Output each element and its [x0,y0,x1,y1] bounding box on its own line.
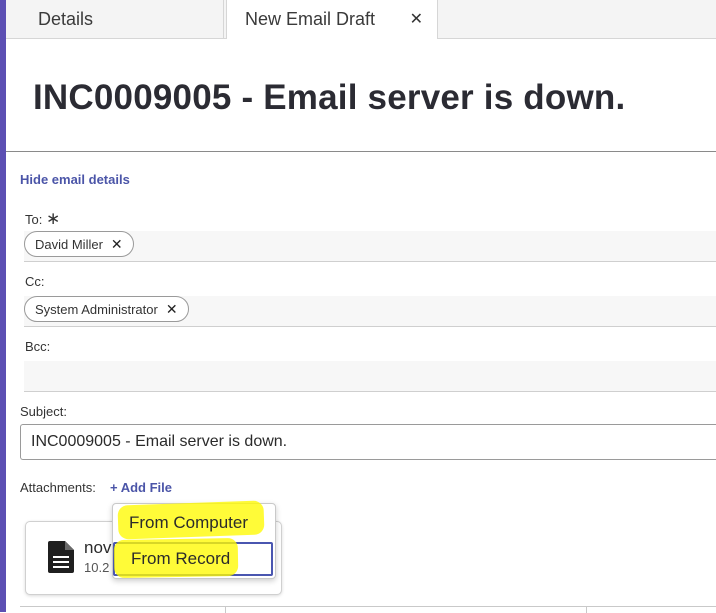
attachment-size: 10.2 [84,560,110,575]
recipient-chip: David Miller ✕ [24,231,134,257]
menu-item-label: From Computer [129,513,249,532]
table-column-divider [225,607,226,613]
bcc-field[interactable] [24,361,716,392]
bcc-label: Bcc: [25,339,51,354]
subject-value: INC0009005 - Email server is down. [31,433,288,450]
tab-new-email-draft[interactable]: New Email Draft ✕ [226,0,438,39]
divider [6,151,716,152]
tab-details-label: Details [38,8,94,29]
document-icon [48,541,74,573]
tab-details[interactable]: Details [6,0,224,38]
cc-label: Cc: [25,274,45,289]
attachments-label: Attachments: [20,480,96,495]
tab-new-email-draft-label: New Email Draft [245,9,376,29]
remove-chip-icon[interactable]: ✕ [111,236,123,253]
tab-bar: Details New Email Draft ✕ [6,0,716,39]
remove-chip-icon[interactable]: ✕ [166,301,178,318]
add-file-button[interactable]: + Add File [110,480,172,495]
subject-label: Subject: [20,404,67,419]
menu-item-label: From Record [131,549,231,568]
required-icon: ∗ [45,209,61,228]
subject-input[interactable]: INC0009005 - Email server is down. [20,424,716,460]
to-label: To: ∗ [25,209,60,229]
to-label-text: To: [25,212,43,227]
hide-email-details-link[interactable]: Hide email details [20,172,130,187]
page-title: INC0009005 - Email server is down. [33,78,626,117]
close-icon[interactable]: ✕ [410,9,423,29]
recipient-chip: System Administrator ✕ [24,296,189,322]
attachment-name: nov [84,538,112,557]
table-column-divider [586,607,587,613]
chip-label: David Miller [35,236,103,252]
left-accent-bar [0,0,6,612]
chip-label: System Administrator [35,301,158,317]
